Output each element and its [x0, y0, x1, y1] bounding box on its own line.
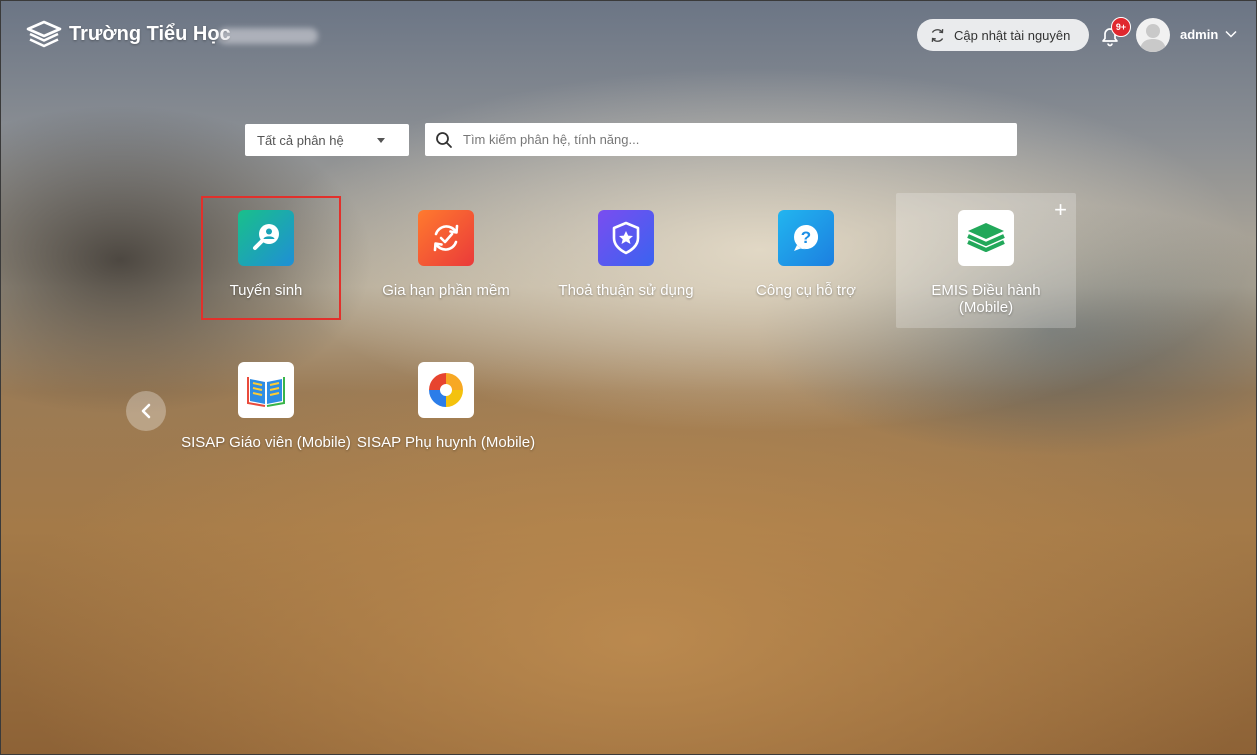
module-select[interactable]: Tất cả phân hệ	[245, 124, 409, 156]
app-tile-thoa-thuan-su-dung[interactable]: Thoả thuận sử dụng	[536, 193, 716, 328]
app-tile-gia-han-phan-mem[interactable]: Gia hạn phần mềm	[356, 193, 536, 328]
user-avatar[interactable]	[1136, 18, 1170, 52]
app-tile-emis-dieu-hanh[interactable]: + EMIS Điều hành (Mobile)	[896, 193, 1076, 328]
svg-text:?: ?	[801, 228, 811, 247]
app-label: Công cụ hỗ trợ	[756, 282, 856, 299]
app-tile-sisap-phu-huynh[interactable]: SISAP Phụ huynh (Mobile)	[356, 345, 536, 480]
update-resources-button[interactable]: Cập nhật tài nguyên	[917, 19, 1089, 51]
add-favorite-plus-icon[interactable]: +	[1054, 199, 1067, 221]
search-icon	[436, 131, 452, 148]
search-input[interactable]	[461, 131, 1005, 148]
app-label: Thoả thuận sử dụng	[558, 282, 694, 299]
module-select-value: Tất cả phân hệ	[257, 132, 344, 148]
app-tile-sisap-giao-vien[interactable]: SISAP Giáo viên (Mobile)	[176, 345, 356, 480]
person-silhouette-icon	[1140, 24, 1166, 52]
caret-down-icon	[377, 138, 385, 143]
chevron-left-icon	[141, 403, 151, 419]
refresh-icon	[931, 28, 944, 42]
school-name-redacted	[218, 28, 318, 44]
book-icon	[238, 362, 294, 418]
app-label: SISAP Phụ huynh (Mobile)	[356, 434, 536, 451]
shield-star-icon	[598, 210, 654, 266]
previous-page-button[interactable]	[126, 391, 166, 431]
notification-badge: 9+	[1111, 17, 1131, 37]
app-label: EMIS Điều hành (Mobile)	[931, 282, 1041, 316]
renew-icon	[418, 210, 474, 266]
chevron-down-icon[interactable]	[1225, 30, 1237, 38]
app-tile-cong-cu-ho-tro[interactable]: ? Công cụ hỗ trợ	[716, 193, 896, 328]
school-logo-icon	[26, 20, 62, 48]
emis-logo-icon	[958, 210, 1014, 266]
app-label: Gia hạn phần mềm	[382, 282, 510, 299]
help-chat-icon: ?	[778, 210, 834, 266]
app-label: SISAP Giáo viên (Mobile)	[181, 434, 351, 451]
update-resources-label: Cập nhật tài nguyên	[954, 27, 1071, 43]
selected-tile-highlight	[201, 196, 341, 320]
search-box	[425, 123, 1017, 156]
family-ring-icon	[418, 362, 474, 418]
school-name: Trường Tiểu Học	[69, 23, 231, 45]
username[interactable]: admin	[1180, 27, 1218, 42]
